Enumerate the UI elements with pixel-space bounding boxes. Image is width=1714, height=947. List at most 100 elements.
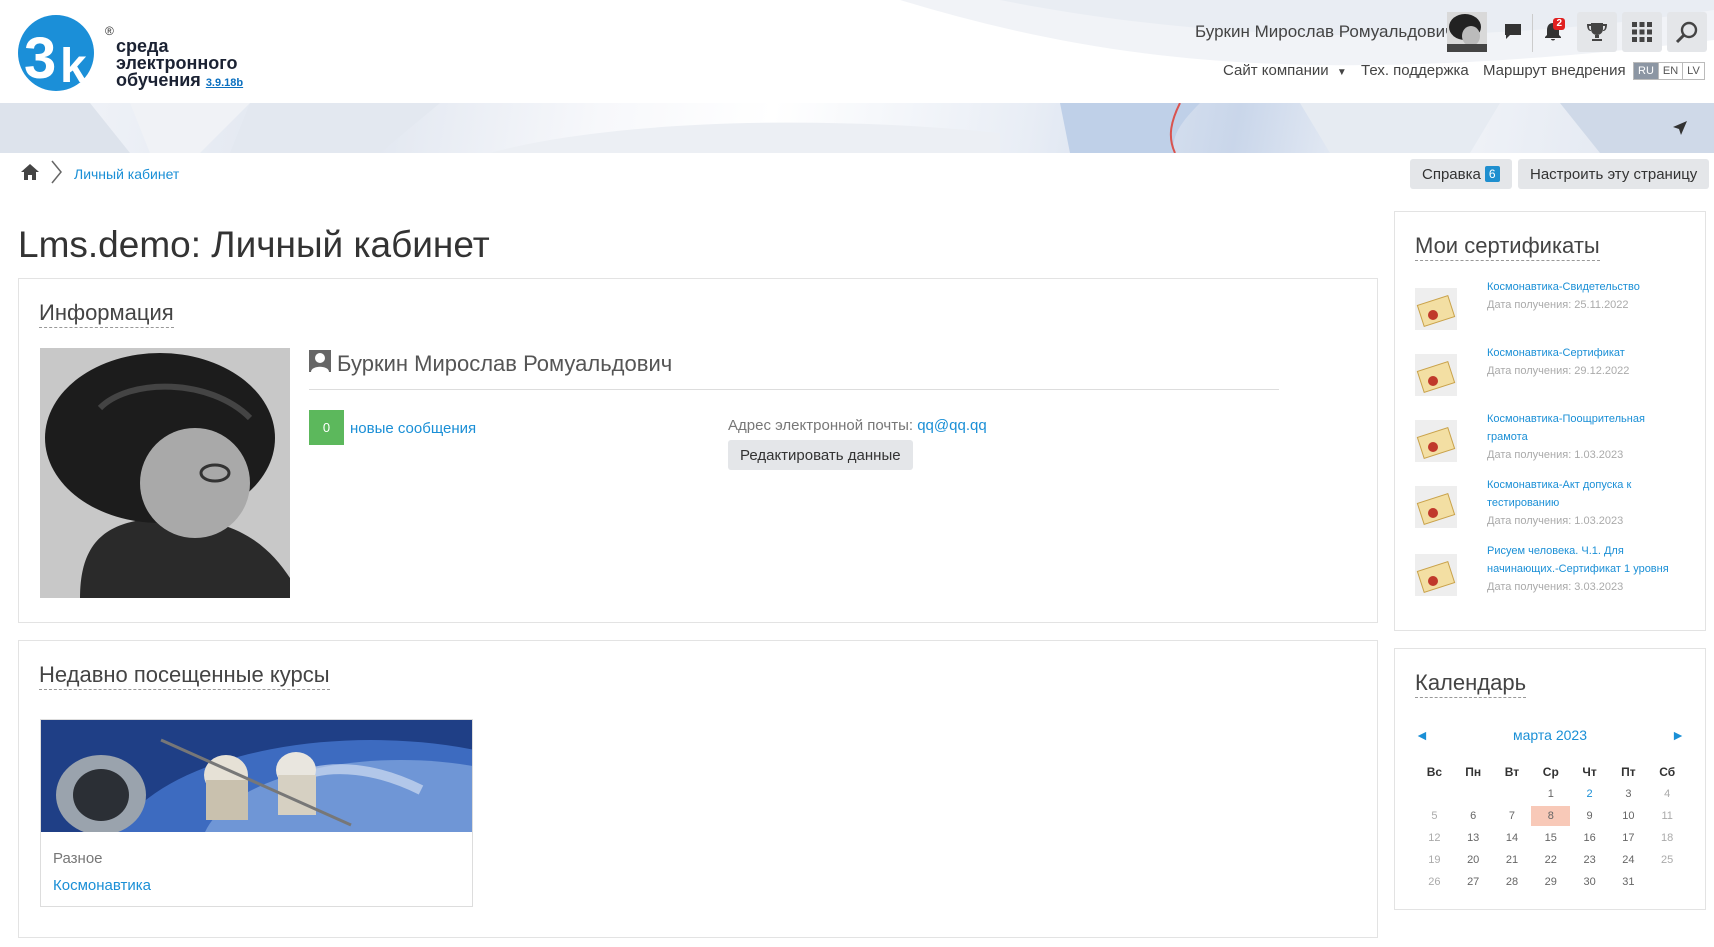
calendar-day[interactable]: 5 (1415, 810, 1454, 822)
certificate-icon (1415, 486, 1457, 528)
new-messages-count[interactable]: 0 (309, 410, 344, 445)
certificate-item[interactable]: Космонавтика-Свидетельство Дата получени… (1415, 278, 1685, 338)
calendar-day[interactable]: 4 (1648, 788, 1687, 800)
header-avatar[interactable] (1447, 12, 1487, 52)
calendar-day[interactable]: 29 (1531, 876, 1570, 888)
notification-badge: 2 (1553, 18, 1565, 30)
certificate-icon (1415, 420, 1457, 462)
calendar-day[interactable]: 7 (1493, 810, 1532, 822)
chevron-down-icon: ▼ (1336, 67, 1347, 78)
breadcrumb-current[interactable]: Личный кабинет (74, 166, 179, 182)
calendar-day[interactable]: 12 (1415, 832, 1454, 844)
calendar-day[interactable]: 8 (1531, 806, 1571, 826)
header: 3 k ® среда электронного обучения 3.9.18… (0, 0, 1714, 153)
lang-en[interactable]: EN (1658, 63, 1684, 79)
email-label: Адрес электронной почты: (728, 417, 914, 434)
calendar-day[interactable]: 23 (1570, 854, 1609, 866)
info-card-title: Информация (39, 300, 174, 328)
breadcrumb: Личный кабинет (20, 160, 179, 186)
calendar-day[interactable]: 20 (1454, 854, 1493, 866)
calendar-day[interactable]: 16 (1570, 832, 1609, 844)
certificate-name[interactable]: Рисуем человека. Ч.1. Для начинающих.-Се… (1487, 542, 1677, 578)
logo-line-3: обучения (116, 70, 201, 90)
logo[interactable]: 3 k ® среда электронного обучения 3.9.18… (16, 12, 246, 94)
calendar-day[interactable]: 31 (1609, 876, 1648, 888)
profile-divider (309, 389, 1279, 390)
calendar-day[interactable]: 28 (1493, 876, 1532, 888)
email-link[interactable]: qq@qq.qq (917, 417, 986, 434)
certificate-item[interactable]: Рисуем человека. Ч.1. Для начинающих.-Се… (1415, 542, 1685, 622)
calendar-day[interactable]: 2 (1570, 788, 1609, 800)
calendar-weekdays: Вс Пн Вт Ср Чт Пт Сб (1415, 761, 1687, 783)
recent-courses-card: Недавно посещенные курсы Разное Космонав… (18, 640, 1378, 938)
certificate-item[interactable]: Космонавтика-Поощрительная грамота Дата … (1415, 410, 1685, 470)
search-icon[interactable] (1667, 12, 1707, 52)
help-count: 6 (1484, 166, 1500, 182)
notifications-icon[interactable]: 2 (1533, 12, 1573, 52)
lang-lv[interactable]: LV (1683, 63, 1704, 79)
calendar-week: 19 20 21 22 23 24 25 (1415, 849, 1687, 871)
calendar-day[interactable]: 15 (1531, 832, 1570, 844)
header-banner (0, 103, 1714, 153)
certificate-name[interactable]: Космонавтика-Акт допуска к тестированию (1487, 476, 1677, 512)
language-switcher: RU EN LV (1633, 62, 1705, 80)
certificate-date: Дата получения: 3.03.2023 (1487, 581, 1624, 593)
logo-registered: ® (105, 24, 114, 38)
calendar-day[interactable]: 26 (1415, 876, 1454, 888)
calendar-day[interactable]: 13 (1454, 832, 1493, 844)
calendar-day[interactable]: 24 (1609, 854, 1648, 866)
calendar-day[interactable]: 11 (1648, 810, 1687, 822)
calendar-day[interactable]: 3 (1609, 788, 1648, 800)
logo-text: среда электронного обучения 3.9.18b (116, 37, 243, 92)
course-image[interactable] (41, 720, 472, 832)
email-line: Адрес электронной почты: qq@qq.qq (728, 417, 987, 434)
calendar-day[interactable]: 9 (1570, 810, 1609, 822)
weekday-label: Вс (1426, 765, 1443, 779)
calendar-card: Календарь ◄ марта 2023 ► Вс Пн Вт Ср Чт … (1394, 648, 1706, 910)
calendar-next-icon[interactable]: ► (1671, 727, 1685, 743)
trophy-icon[interactable] (1577, 12, 1617, 52)
calendar-day[interactable]: 10 (1609, 810, 1648, 822)
recent-courses-title: Недавно посещенные курсы (39, 662, 330, 690)
calendar-day[interactable]: 22 (1531, 854, 1570, 866)
certificate-name[interactable]: Космонавтика-Сертификат (1487, 344, 1677, 362)
course-card[interactable]: Разное Космонавтика (40, 719, 473, 907)
calendar-day[interactable]: 1 (1531, 788, 1570, 800)
edit-profile-button[interactable]: Редактировать данные (728, 440, 913, 470)
lang-ru[interactable]: RU (1634, 63, 1659, 79)
apps-grid-icon[interactable] (1622, 12, 1662, 52)
home-icon[interactable] (20, 163, 40, 186)
messages-icon[interactable] (1493, 12, 1533, 52)
weekday-label: Пн (1465, 765, 1482, 779)
course-name-link[interactable]: Космонавтика (53, 877, 151, 894)
header-user-name[interactable]: Буркин Мирослав Ромуальдович (1195, 22, 1454, 42)
svg-text:3: 3 (24, 26, 56, 91)
calendar-day[interactable]: 21 (1493, 854, 1532, 866)
certificate-name[interactable]: Космонавтика-Свидетельство (1487, 278, 1677, 296)
calendar-day[interactable]: 18 (1648, 832, 1687, 844)
calendar-month[interactable]: марта 2023 (1395, 727, 1705, 743)
calendar-day[interactable]: 25 (1648, 854, 1687, 866)
nav-route[interactable]: Маршрут внедрения (1483, 62, 1626, 79)
customize-page-button[interactable]: Настроить эту страницу (1518, 159, 1710, 189)
nav-company-site[interactable]: Сайт компании ▼ (1223, 62, 1347, 79)
nav-support[interactable]: Тех. поддержка (1361, 62, 1469, 79)
logo-version[interactable]: 3.9.18b (206, 77, 243, 89)
certificate-icon (1415, 554, 1457, 596)
header-separator (1532, 14, 1533, 52)
weekday-label: Вт (1504, 765, 1520, 779)
calendar-day[interactable]: 17 (1609, 832, 1648, 844)
profile-name: Буркин Мирослав Ромуальдович (309, 350, 672, 378)
certificate-name[interactable]: Космонавтика-Поощрительная грамота (1487, 410, 1677, 446)
calendar-day[interactable]: 27 (1454, 876, 1493, 888)
calendar-day[interactable]: 19 (1415, 854, 1454, 866)
help-button[interactable]: Справка 6 (1410, 159, 1512, 189)
certificates-card: Мои сертификаты Космонавтика-Свидетельст… (1394, 211, 1706, 631)
certificate-item[interactable]: Космонавтика-Акт допуска к тестированию … (1415, 476, 1685, 536)
certificate-item[interactable]: Космонавтика-Сертификат Дата получения: … (1415, 344, 1685, 404)
calendar-day[interactable]: 30 (1570, 876, 1609, 888)
calendar-day[interactable]: 14 (1493, 832, 1532, 844)
new-messages-link[interactable]: новые сообщения (350, 420, 476, 437)
calendar-week: 26 27 28 29 30 31 (1415, 871, 1687, 893)
calendar-day[interactable]: 6 (1454, 810, 1493, 822)
